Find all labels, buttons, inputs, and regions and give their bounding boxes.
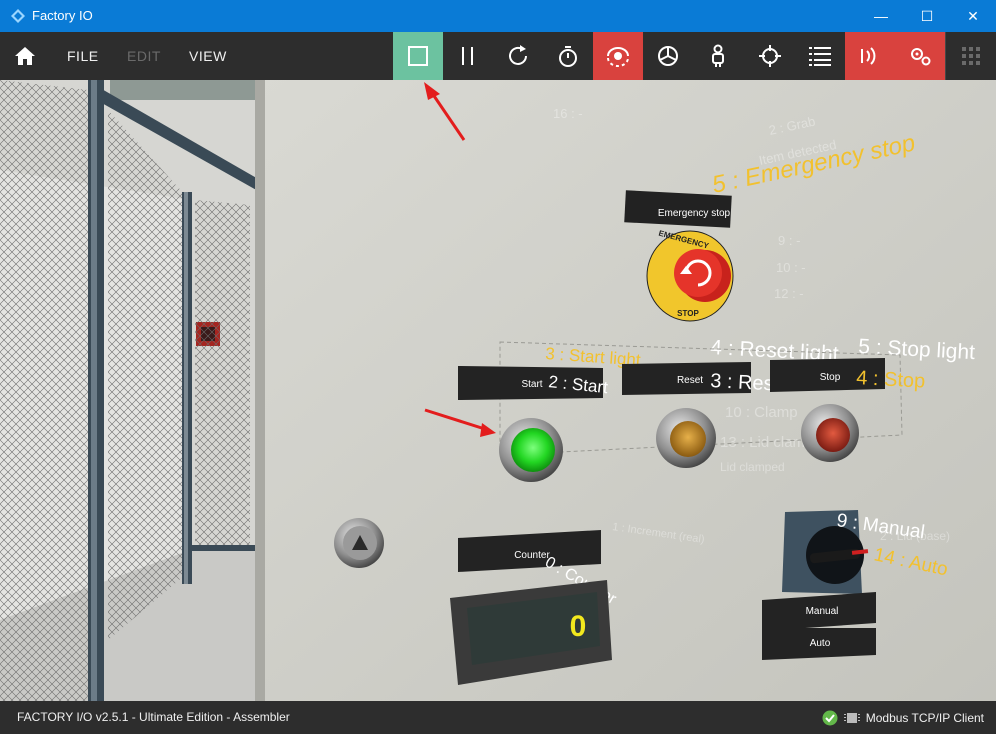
home-icon	[15, 47, 35, 65]
counter-value: 0	[570, 610, 587, 643]
main-toolbar: FILE EDIT VIEW	[0, 32, 996, 80]
pick-button[interactable]	[745, 32, 795, 80]
ghost-tag-1: 16 : -	[553, 106, 583, 121]
stop-plate-label: Stop	[820, 372, 841, 383]
factory-io-logo-icon	[11, 9, 25, 23]
reset-button-light[interactable]	[656, 408, 716, 468]
fly-camera-button[interactable]	[643, 32, 693, 80]
manual-plate-label: Manual	[806, 606, 839, 617]
start-plate-label: Start	[521, 379, 542, 390]
tag-list-icon	[809, 47, 831, 66]
camera-first-person-icon	[712, 44, 724, 67]
ghost-tag-4: 9 : -	[778, 233, 800, 248]
title-bar: Factory IO — ☐ ✕	[0, 0, 996, 32]
drivers-button[interactable]	[895, 32, 945, 80]
maximize-button[interactable]: ☐	[904, 0, 950, 32]
reset-button[interactable]	[493, 32, 543, 80]
driver-label: Modbus TCP/IP Client	[865, 711, 984, 725]
version-label: FACTORY I/O v2.5.1 - Ultimate Edition - …	[17, 710, 290, 724]
stop-icon	[408, 46, 428, 66]
window-title: Factory IO	[32, 8, 93, 23]
pick-icon	[759, 45, 781, 67]
timer-button[interactable]	[543, 32, 593, 80]
pause-button[interactable]	[443, 32, 493, 80]
pause-icon	[462, 47, 473, 65]
grid-icon	[962, 47, 980, 65]
home-button[interactable]	[8, 40, 42, 72]
stop-tag: 4 : Stop	[856, 367, 926, 393]
sensors-icon	[861, 47, 876, 65]
first-person-camera-button[interactable]	[693, 32, 743, 80]
driver-status[interactable]: Modbus TCP/IP Client	[822, 710, 984, 726]
grid-button[interactable]	[946, 32, 996, 80]
start-button[interactable]	[499, 418, 563, 482]
ghost-tag-6: 12 : -	[774, 286, 804, 301]
reset-plate-label: Reset	[677, 375, 703, 386]
camera-fly-icon	[658, 46, 678, 66]
auto-plate-label: Auto	[810, 638, 831, 649]
ghost-tag-9: Lid clamped	[720, 460, 785, 474]
minimize-button[interactable]: —	[858, 0, 904, 32]
menu-edit[interactable]: EDIT	[127, 48, 161, 64]
ghost-tag-5: 10 : -	[776, 260, 806, 275]
small-triangle-button[interactable]	[334, 518, 384, 568]
timer-icon	[559, 46, 577, 67]
close-button[interactable]: ✕	[950, 0, 996, 32]
auto-plate: Auto	[762, 628, 876, 660]
menu-view[interactable]: VIEW	[189, 48, 227, 64]
camera-orbit-icon	[607, 47, 629, 67]
emergency-ring-bottom-label: STOP	[677, 309, 699, 318]
drivers-icon	[911, 48, 931, 66]
check-circle-icon	[822, 710, 838, 726]
tag-list-button[interactable]	[795, 32, 845, 80]
close-icon: ✕	[967, 7, 979, 24]
driver-chip-icon	[843, 713, 860, 723]
reset-icon	[509, 45, 527, 65]
scene-render: 16 : - 2 : Grab Item detected 9 : - 10 :…	[0, 80, 996, 701]
ghost-tag-7: 10 : Clamp	[725, 404, 798, 421]
menu-file[interactable]: FILE	[67, 48, 99, 64]
counter-plate-label: Counter	[514, 550, 550, 561]
stop-button[interactable]	[801, 404, 859, 462]
status-bar: FACTORY I/O v2.5.1 - Ultimate Edition - …	[0, 701, 996, 734]
minimize-icon: —	[874, 8, 888, 24]
stop-simulation-button[interactable]	[393, 32, 443, 80]
sensors-button[interactable]	[845, 32, 895, 80]
orbit-camera-button[interactable]	[593, 32, 643, 80]
scene-viewport[interactable]: 16 : - 2 : Grab Item detected 9 : - 10 :…	[0, 80, 996, 701]
maximize-icon: ☐	[920, 7, 934, 24]
emergency-stop-plate-label: Emergency stop	[658, 208, 731, 219]
